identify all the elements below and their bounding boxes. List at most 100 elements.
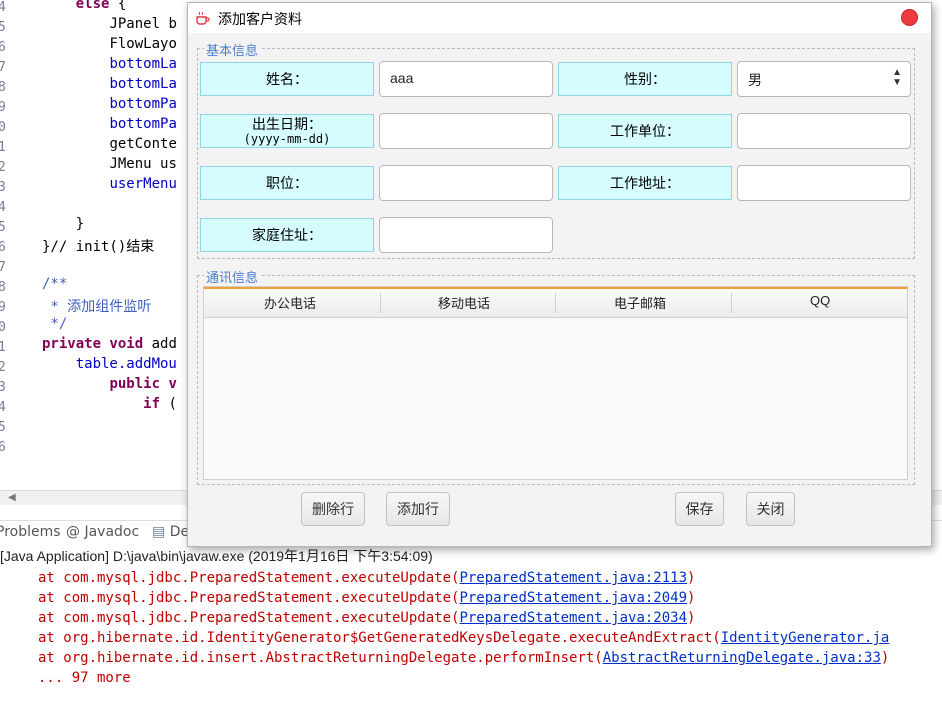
code-text: bottomPa xyxy=(109,116,177,132)
code-line: else { xyxy=(42,0,127,12)
gender-label: 性别： xyxy=(558,62,732,96)
close-window-button[interactable] xyxy=(901,9,918,26)
code-text: JMenu us xyxy=(109,156,177,172)
position-input[interactable] xyxy=(379,165,553,201)
column-separator xyxy=(555,293,556,313)
code-text: }// init()结束 xyxy=(42,239,155,255)
line-number: 4 xyxy=(0,200,6,215)
line-number: 6 xyxy=(0,240,6,255)
line-number: 4 xyxy=(0,0,6,15)
code-keyword: public v xyxy=(109,376,177,392)
line-number: 3 xyxy=(0,180,6,195)
gender-select[interactable]: 男 ▲ ▼ xyxy=(737,61,911,97)
stack-trace-line: at org.hibernate.id.IdentityGenerator$Ge… xyxy=(38,630,889,646)
code-text: } xyxy=(75,216,85,232)
code-text: bottomPa xyxy=(109,96,177,112)
stack-trace-line: at com.mysql.jdbc.PreparedStatement.exec… xyxy=(38,590,695,606)
column-separator xyxy=(380,293,381,313)
column-separator xyxy=(731,293,732,313)
line-number: 7 xyxy=(0,260,6,275)
line-number: 7 xyxy=(0,60,6,75)
code-line: private void add xyxy=(42,336,177,352)
tab-javadoc[interactable]: @ Javadoc xyxy=(66,524,139,540)
code-line: bottomPa xyxy=(42,116,177,132)
name-label: 姓名： xyxy=(200,62,374,96)
stack-trace-text: at com.mysql.jdbc.PreparedStatement.exec… xyxy=(38,610,460,626)
column-email[interactable]: 电子邮箱 xyxy=(614,293,666,312)
source-link[interactable]: PreparedStatement.java:2049 xyxy=(459,590,687,606)
code-line: } xyxy=(42,216,84,232)
gender-select-value: 男 xyxy=(748,72,762,88)
close-button[interactable]: 关闭 xyxy=(746,492,795,526)
column-office-phone[interactable]: 办公电话 xyxy=(264,293,316,312)
code-line: if ( xyxy=(42,396,177,412)
save-button[interactable]: 保存 xyxy=(675,492,724,526)
code-line: getConte xyxy=(42,136,176,152)
stack-trace-tail: ) xyxy=(687,610,696,626)
source-link[interactable]: AbstractReturningDelegate.java:33 xyxy=(603,650,881,666)
birth-label: 出生日期： (yyyy-mm-dd) xyxy=(200,114,374,148)
code-line: bottomPa xyxy=(42,96,177,112)
stack-trace-text: at com.mysql.jdbc.PreparedStatement.exec… xyxy=(38,590,460,606)
basic-info-legend: 基本信息 xyxy=(204,40,261,59)
contact-table[interactable]: 办公电话 移动电话 电子邮箱 QQ xyxy=(203,286,908,480)
column-qq[interactable]: QQ xyxy=(810,293,830,308)
scroll-left-icon[interactable]: ◀ xyxy=(8,492,16,503)
code-keyword: if xyxy=(143,396,161,412)
birth-date-input[interactable] xyxy=(379,113,553,149)
code-line: * 添加组件监听 xyxy=(42,296,151,316)
code-line: JMenu us xyxy=(42,156,177,172)
line-number: 6 xyxy=(0,440,6,455)
tab-problems[interactable]: Problems xyxy=(0,524,61,540)
source-link[interactable]: PreparedStatement.java:2113 xyxy=(459,570,687,586)
java-cup-icon xyxy=(196,11,210,25)
declaration-icon: ▤ xyxy=(152,524,166,540)
dialog-body: 基本信息 姓名： aaa 性别： 男 ▲ ▼ 出生日期： (yyyy-mm-dd)… xyxy=(188,33,931,546)
line-number: 8 xyxy=(0,280,6,295)
line-number: 0 xyxy=(0,120,6,135)
home-address-label-text: 家庭住址： xyxy=(252,227,322,243)
code-text: FlowLayo xyxy=(109,36,177,52)
stack-trace-text: ... 97 more xyxy=(38,670,131,686)
work-address-input[interactable] xyxy=(737,165,911,201)
company-input[interactable] xyxy=(737,113,911,149)
code-keyword: private void xyxy=(42,336,144,352)
code-text: */ xyxy=(42,316,68,332)
home-address-input[interactable] xyxy=(379,217,553,253)
line-number: 3 xyxy=(0,380,6,395)
line-number: 5 xyxy=(0,20,6,35)
stack-trace-tail: ) xyxy=(687,570,696,586)
contact-info-legend: 通讯信息 xyxy=(204,267,261,286)
work-address-label: 工作地址： xyxy=(558,166,732,200)
source-link[interactable]: IdentityGenerator.ja xyxy=(721,630,890,646)
contact-table-header: 办公电话 移动电话 电子邮箱 QQ xyxy=(204,287,907,318)
code-text: bottomLa xyxy=(109,76,177,92)
code-line: table.addMou xyxy=(42,356,177,372)
name-input[interactable]: aaa xyxy=(379,61,553,97)
source-link[interactable]: PreparedStatement.java:2034 xyxy=(459,610,687,626)
dialog-titlebar[interactable]: 添加客户资料 xyxy=(188,3,931,33)
stack-trace-line: at com.mysql.jdbc.PreparedStatement.exec… xyxy=(38,610,695,626)
delete-row-button[interactable]: 删除行 xyxy=(301,492,365,526)
add-row-button[interactable]: 添加行 xyxy=(386,492,450,526)
code-text: /** xyxy=(42,276,68,292)
stack-trace-text: at org.hibernate.id.insert.AbstractRetur… xyxy=(38,650,603,666)
column-mobile-phone[interactable]: 移动电话 xyxy=(438,293,490,312)
birth-format-hint: (yyyy-mm-dd) xyxy=(243,132,331,146)
birth-label-text: 出生日期： xyxy=(252,116,322,132)
line-number: 2 xyxy=(0,160,6,175)
code-text: table.addMou xyxy=(75,356,177,372)
stack-trace-tail: ) xyxy=(880,650,890,666)
line-number-gutter: 4 5 6 7 8 9 0 1 2 3 4 5 6 7 8 9 0 1 2 3 4 5 6 xyxy=(0,0,12,490)
line-number: 9 xyxy=(0,300,6,315)
